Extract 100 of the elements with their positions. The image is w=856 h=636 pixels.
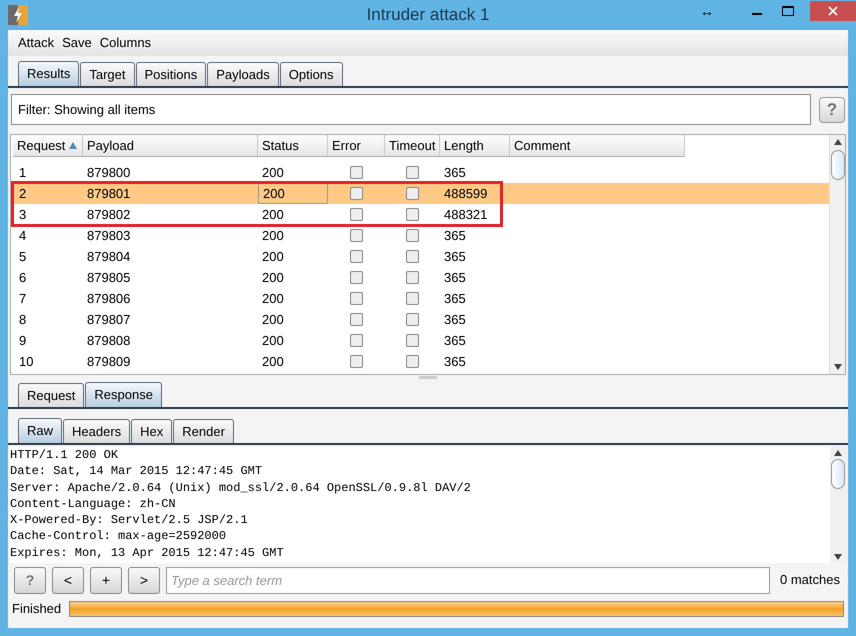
table-row[interactable]: 10 879809 200 365 [13, 351, 829, 372]
table-row[interactable]: 2 879801 200 488599 [13, 183, 829, 204]
table-cell-text: 365 [444, 290, 466, 308]
add-button[interactable]: + [90, 566, 122, 594]
table-cell-text: 200 [262, 290, 284, 308]
checkbox[interactable] [406, 355, 419, 368]
checkbox[interactable] [406, 166, 419, 179]
sort-ascending-icon[interactable] [69, 142, 78, 149]
column-label: Request [17, 136, 66, 155]
table-cell-text: 8 [19, 310, 26, 329]
table-row[interactable]: 8 879807 200 365 [13, 309, 829, 330]
checkbox[interactable] [350, 250, 363, 263]
table-cell-text: 200 [262, 164, 284, 182]
resize-icon[interactable]: ↔ [700, 0, 714, 22]
table-cell-text: 2 [19, 184, 26, 203]
maximize-icon[interactable] [782, 6, 794, 16]
scroll-thumb[interactable] [830, 150, 844, 180]
scroll-thumb[interactable] [831, 459, 845, 489]
table-cell-text: 200 [262, 310, 284, 329]
table-cell-text: 200 [262, 206, 284, 224]
table-cell-text: 879807 [87, 310, 130, 329]
table-row[interactable]: 5 879804 200 365 [13, 246, 829, 267]
checkbox[interactable] [350, 355, 363, 368]
checkbox[interactable] [350, 292, 363, 305]
checkbox[interactable] [406, 229, 419, 242]
tab[interactable]: Request [18, 383, 84, 407]
table-row[interactable]: 7 879806 200 365 [13, 288, 829, 309]
table-cell-text: 200 [262, 248, 284, 266]
table-row[interactable]: 4 879803 200 365 [13, 225, 829, 246]
menu-item[interactable]: Save [62, 33, 92, 53]
tab[interactable]: Target [80, 62, 134, 86]
table-row[interactable]: 6 879805 200 365 [13, 267, 829, 288]
search-field[interactable]: Type a search term [166, 566, 770, 594]
checkbox[interactable] [350, 334, 363, 347]
table-cell-text: 488599 [444, 184, 488, 203]
table-cell-text: 200 [262, 268, 284, 287]
table-cell-text: 879806 [87, 290, 130, 308]
table-row[interactable]: 3 879802 200 488321 [13, 204, 829, 225]
checkbox[interactable] [350, 166, 363, 179]
table-cell-text: 879803 [87, 226, 130, 245]
vertical-scrollbar[interactable] [829, 135, 845, 374]
table-cell-text: 879808 [87, 332, 130, 350]
previous-button[interactable]: < [52, 566, 84, 594]
checkbox[interactable] [406, 208, 419, 221]
tab[interactable]: Results [18, 61, 80, 86]
checkbox[interactable] [350, 313, 363, 326]
table-cell-text: 10 [19, 352, 34, 371]
table-cell-text: 365 [444, 268, 466, 287]
checkbox[interactable] [406, 250, 419, 263]
table-cell-text: 879805 [87, 268, 130, 287]
column-label: Comment [514, 136, 570, 155]
close-icon [828, 6, 838, 16]
menu-item[interactable]: Columns [100, 33, 152, 53]
close-button[interactable] [810, 1, 856, 21]
checkbox[interactable] [406, 313, 419, 326]
checkbox[interactable] [350, 229, 363, 242]
table-cell-text: 879801 [87, 184, 130, 203]
table-cell-text: 365 [444, 310, 466, 329]
filter-bar[interactable]: Filter: Showing all items [11, 94, 811, 125]
table-cell-text: 488321 [444, 206, 488, 224]
table-cell-text: 879809 [87, 352, 130, 371]
table-cell-text: 365 [444, 332, 466, 350]
checkbox[interactable] [350, 271, 363, 284]
help-button[interactable]: ? [819, 96, 845, 122]
table-cell-text: 7 [19, 290, 26, 308]
help-button[interactable]: ? [14, 566, 46, 594]
tab[interactable]: Positions [136, 62, 206, 86]
table-row[interactable]: 1 879800 200 365 [13, 162, 829, 183]
vertical-scrollbar[interactable] [830, 447, 846, 563]
splitter-handle[interactable] [419, 376, 437, 379]
tab[interactable]: Headers [63, 419, 130, 443]
checkbox[interactable] [406, 271, 419, 284]
checkbox[interactable] [406, 187, 419, 200]
tab[interactable]: Payloads [207, 62, 279, 86]
column-label: Payload [87, 136, 134, 155]
table-cell-text: 6 [19, 268, 26, 287]
tab[interactable]: Response [85, 382, 162, 407]
table-cell-text: 9 [19, 332, 26, 350]
table-cell-text: 4 [19, 226, 26, 245]
column-label: Length [444, 136, 484, 155]
table-row[interactable]: 9 879808 200 365 [13, 330, 829, 351]
column-label: Status [262, 136, 299, 155]
table-cell-text: 200 [263, 184, 285, 203]
checkbox[interactable] [350, 187, 363, 200]
checkbox[interactable] [406, 292, 419, 305]
table-cell-text: 3 [19, 206, 26, 224]
table-cell-text: 1 [19, 164, 26, 182]
response-text: HTTP/1.1 200 OK Date: Sat, 14 Mar 2015 12:47:45 GMT Server: Apache/2.0.64 (Unix) mod_ssl/2.0.64 OpenSSL/0.9.8l DAV/2 Content-Language: zh-CN X-Powered-By: Servlet/2.5 JSP/2.1 Cache-Control: max-age=2592000 Expires: Mon, 13 Apr 2015 12:47:45 GMT [10, 447, 830, 563]
table-cell-text: 365 [444, 352, 466, 371]
checkbox[interactable] [350, 208, 363, 221]
table-cell-text: 365 [444, 248, 466, 266]
tab[interactable]: Options [280, 62, 343, 86]
next-button[interactable]: > [128, 566, 160, 594]
tab[interactable]: Render [173, 419, 234, 443]
menu-item[interactable]: Attack [18, 33, 54, 53]
table-cell-text: 5 [19, 248, 26, 266]
column-label: Timeout [389, 136, 436, 155]
tab[interactable]: Raw [18, 418, 62, 443]
tab[interactable]: Hex [131, 419, 172, 443]
checkbox[interactable] [406, 334, 419, 347]
